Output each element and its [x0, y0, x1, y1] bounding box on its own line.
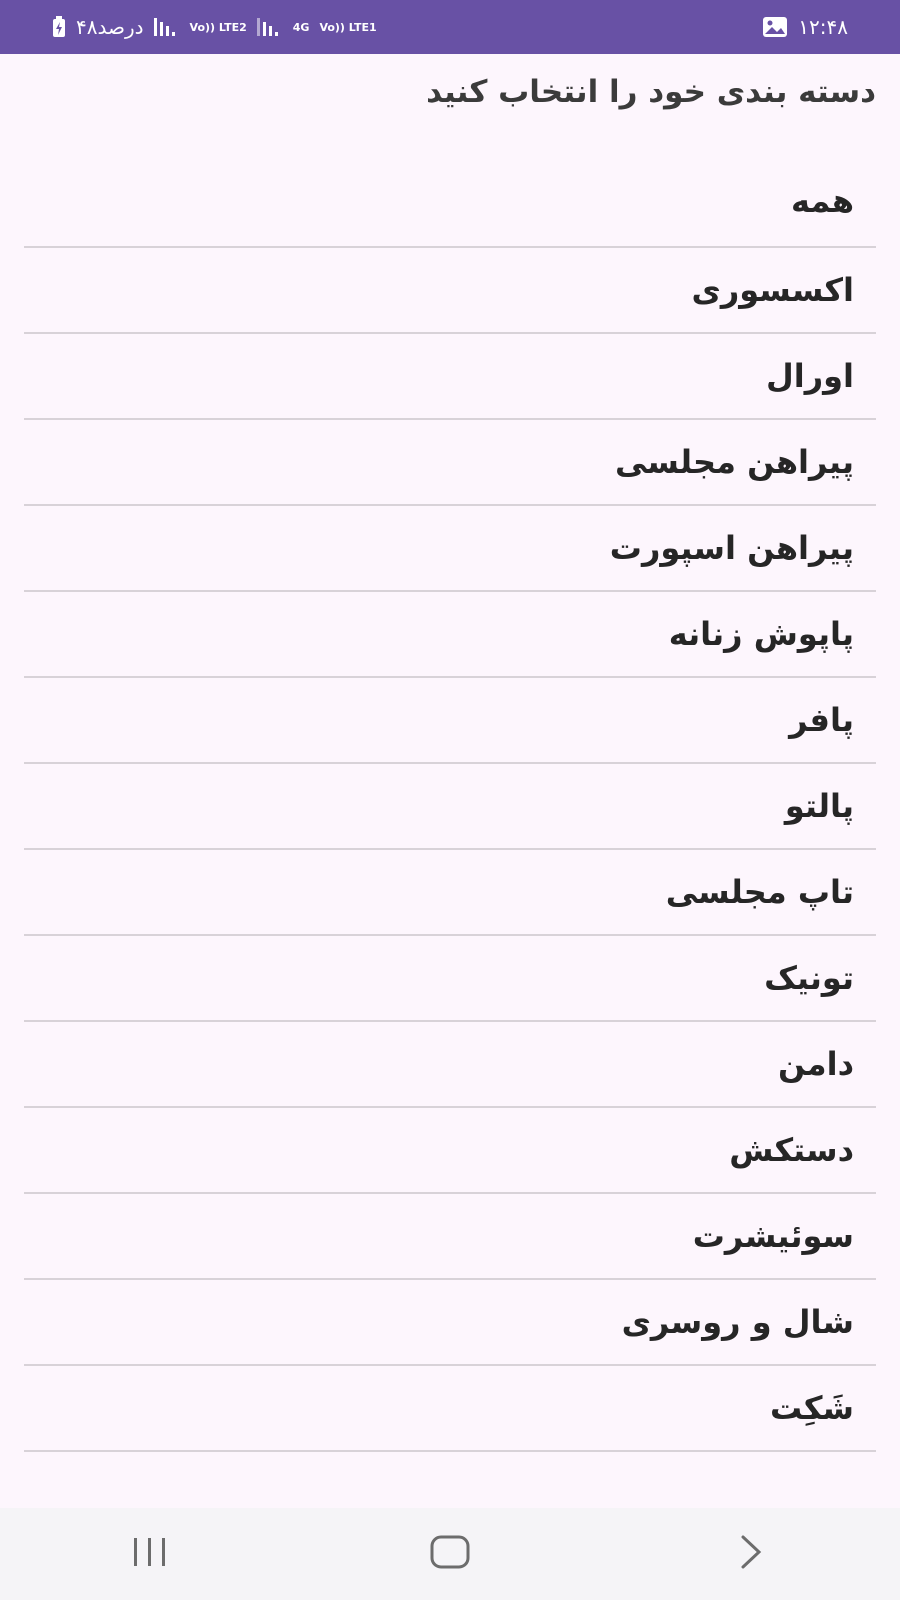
signal-icon — [256, 16, 283, 38]
category-label: سوئیشرت — [692, 1217, 854, 1255]
category-item-coat[interactable]: پالتو — [24, 764, 876, 850]
category-label: دامن — [778, 1045, 854, 1083]
category-label: همه — [790, 182, 854, 220]
network-label-4g: 4G — [292, 20, 310, 34]
category-item-accessories[interactable]: اکسسوری — [24, 248, 876, 334]
category-item-overall[interactable]: اورال — [24, 334, 876, 420]
category-label: اورال — [765, 357, 854, 395]
category-item-party-dress[interactable]: پیراهن مجلسی — [24, 420, 876, 506]
recents-icon — [130, 1536, 170, 1572]
category-label: پاپوش زنانه — [668, 615, 854, 653]
status-right: ۱۲:۴۸ — [762, 15, 848, 39]
home-icon — [430, 1534, 470, 1574]
category-item-women-shoes[interactable]: پاپوش زنانه — [24, 592, 876, 678]
back-icon — [735, 1534, 765, 1574]
category-list: همه اکسسوری اورال پیراهن مجلسی پیراهن اس… — [24, 156, 876, 1452]
category-item-puffer[interactable]: پافر — [24, 678, 876, 764]
category-label: دستکش — [729, 1131, 854, 1169]
category-item-tunic[interactable]: تونیک — [24, 936, 876, 1022]
clock: ۱۲:۴۸ — [798, 15, 848, 39]
category-label: اکسسوری — [691, 271, 854, 309]
network-label-lte2: Vo)) LTE2 — [189, 20, 247, 34]
category-label: تاپ مجلسی — [665, 873, 854, 911]
category-item-gloves[interactable]: دستکش — [24, 1108, 876, 1194]
page-title: دسته بندی خود را انتخاب کنید — [426, 74, 876, 110]
category-item-shacket[interactable]: شَکِت — [24, 1366, 876, 1452]
battery-text: ۴۸درصد — [76, 15, 144, 39]
category-label: شال و روسری — [621, 1303, 854, 1341]
category-item-sport-shirt[interactable]: پیراهن اسپورت — [24, 506, 876, 592]
category-item-all[interactable]: همه — [24, 156, 876, 248]
category-label: پیراهن مجلسی — [615, 443, 854, 481]
status-left: ۴۸درصد Vo)) LTE2 4G Vo)) LTE1 — [52, 15, 377, 39]
gallery-icon — [762, 16, 788, 38]
system-nav-bar — [0, 1508, 900, 1600]
category-label: پیراهن اسپورت — [609, 529, 854, 567]
category-item-sweatshirt[interactable]: سوئیشرت — [24, 1194, 876, 1280]
signal-icon — [153, 16, 180, 38]
status-bar: ۴۸درصد Vo)) LTE2 4G Vo)) LTE1 ۱۲:۴۸ — [0, 0, 900, 54]
category-item-party-top[interactable]: تاپ مجلسی — [24, 850, 876, 936]
back-button[interactable] — [690, 1514, 810, 1594]
category-label: شَکِت — [770, 1389, 854, 1427]
category-item-skirt[interactable]: دامن — [24, 1022, 876, 1108]
category-label: پافر — [789, 701, 854, 739]
network-label-lte1: Vo)) LTE1 — [319, 20, 377, 34]
battery-icon — [52, 16, 66, 38]
category-label: پالتو — [784, 787, 854, 825]
recents-button[interactable] — [90, 1514, 210, 1594]
category-label: تونیک — [764, 959, 854, 997]
home-button[interactable] — [390, 1514, 510, 1594]
category-item-scarf[interactable]: شال و روسری — [24, 1280, 876, 1366]
